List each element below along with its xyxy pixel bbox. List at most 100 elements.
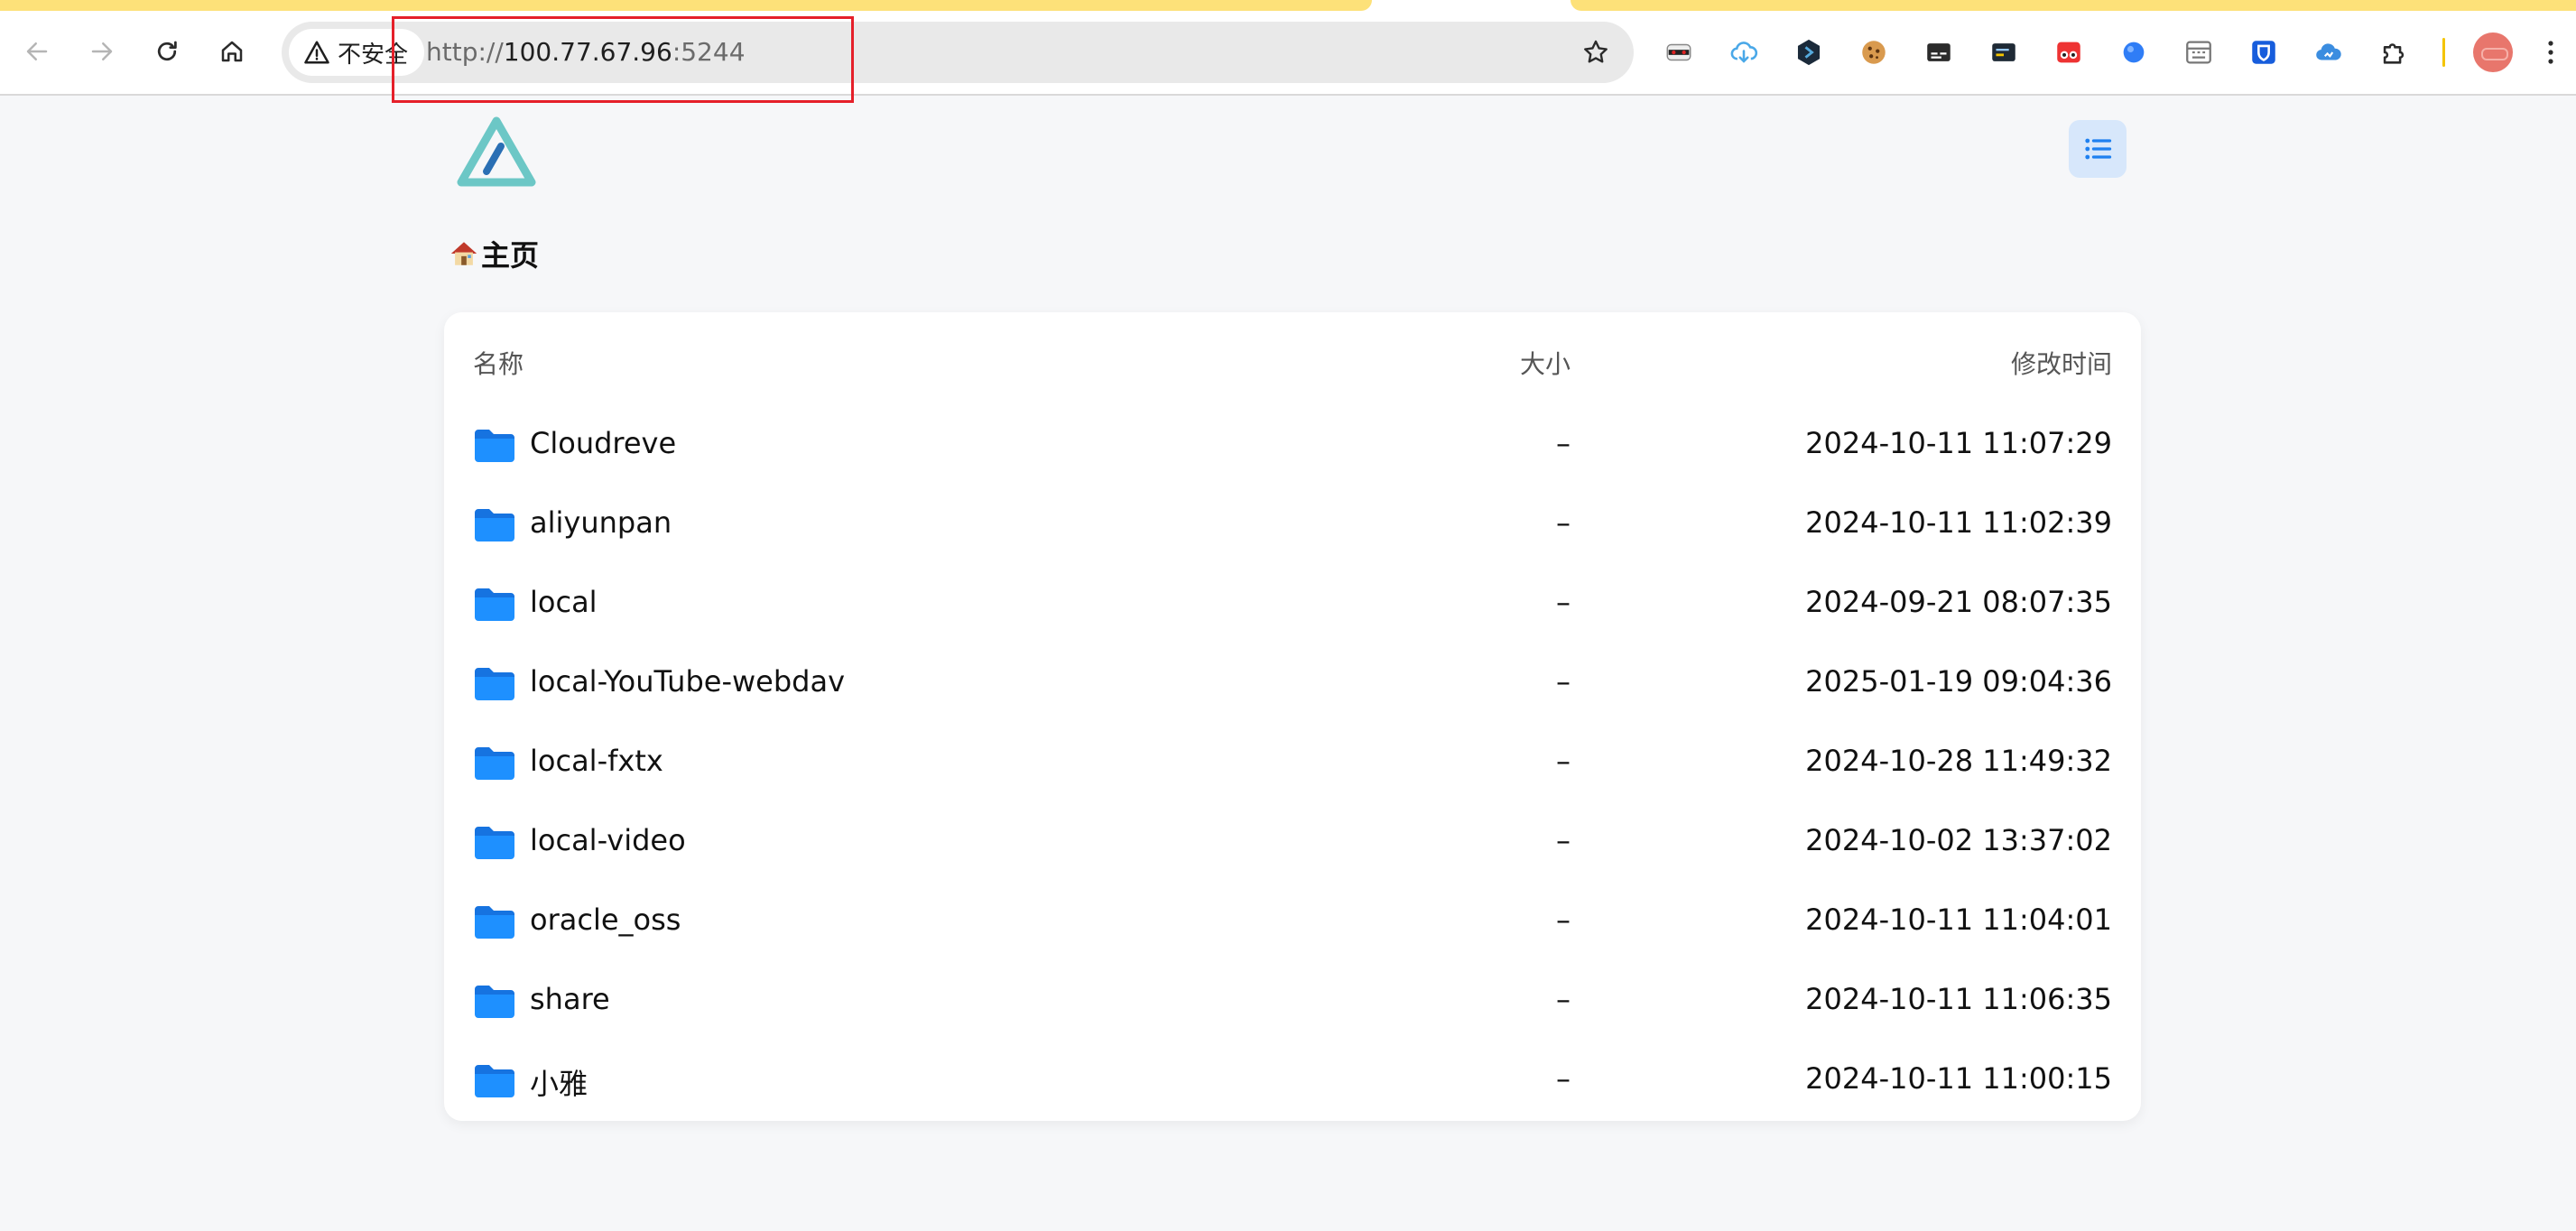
header-size[interactable]: 大小 xyxy=(1520,345,1571,381)
url-text[interactable]: http://100.77.67.96:5244 xyxy=(426,22,746,83)
browser-menu-button[interactable] xyxy=(2540,32,2562,72)
home-button[interactable] xyxy=(211,31,253,72)
url-port: :5244 xyxy=(672,37,746,67)
cloud-sync-icon xyxy=(2316,43,2341,60)
table-row[interactable]: local-YouTube-webdav – 2025-01-19 09:04:… xyxy=(444,644,2141,724)
star-icon xyxy=(1584,40,1608,63)
table-row[interactable]: local – 2024-09-21 08:07:35 xyxy=(444,565,2141,644)
folder-icon xyxy=(475,986,514,1018)
breadcrumb[interactable]: 主页 xyxy=(449,233,539,274)
profile-avatar[interactable] xyxy=(2473,32,2513,72)
header-name[interactable]: 名称 xyxy=(473,345,524,381)
folder-icon xyxy=(475,509,514,541)
cookie-icon xyxy=(1862,41,1886,64)
table-row[interactable]: share – 2024-10-11 11:06:35 xyxy=(444,962,2141,1041)
file-modified: 2024-10-28 11:49:32 xyxy=(1805,744,2112,778)
arrow-left-icon xyxy=(26,42,48,60)
header-modified[interactable]: 修改时间 xyxy=(2011,345,2112,381)
reload-button[interactable] xyxy=(146,31,188,72)
alist-logo-icon xyxy=(457,116,536,187)
table-row[interactable]: aliyunpan – 2024-10-11 11:02:39 xyxy=(444,486,2141,565)
file-modified: 2024-10-11 11:07:29 xyxy=(1805,426,2112,460)
incognito-mask-icon xyxy=(1666,43,1691,61)
ext-bitwarden[interactable] xyxy=(2244,32,2284,72)
breadcrumb-home-label[interactable]: 主页 xyxy=(481,233,539,274)
file-name: oracle_oss xyxy=(530,902,681,937)
folder-icon xyxy=(475,430,514,462)
security-chip[interactable]: 不安全 xyxy=(289,29,425,76)
reload-icon xyxy=(157,41,177,61)
file-modified: 2024-10-11 11:06:35 xyxy=(1805,982,2112,1016)
toolbar-divider xyxy=(2442,38,2445,67)
ext-puzzle[interactable] xyxy=(2374,32,2414,72)
table-row[interactable]: 小雅 – 2024-10-11 11:00:15 xyxy=(444,1041,2141,1121)
url-scheme: http:// xyxy=(426,37,504,67)
file-modified: 2024-09-21 08:07:35 xyxy=(1805,585,2112,619)
cloud-download-icon xyxy=(1730,42,1758,63)
ext-terminal[interactable] xyxy=(1984,32,2024,72)
grid-keyboard-icon xyxy=(2186,41,2211,64)
folder-icon xyxy=(475,588,514,621)
table-row[interactable]: local-fxtx – 2024-10-28 11:49:32 xyxy=(444,724,2141,803)
file-size: – xyxy=(1556,585,1571,619)
table-header: 名称 大小 修改时间 xyxy=(444,312,2141,406)
back-button[interactable] xyxy=(16,31,58,72)
file-size: – xyxy=(1556,744,1571,778)
file-name: local-fxtx xyxy=(530,744,663,778)
folder-icon xyxy=(475,668,514,700)
ext-cloud-download[interactable] xyxy=(1724,32,1764,72)
file-size: – xyxy=(1556,823,1571,857)
bookmark-button[interactable] xyxy=(1576,32,1616,72)
house-icon xyxy=(450,242,477,265)
file-list-card: 名称 大小 修改时间 Cloudreve – 2024-10-11 11:07:… xyxy=(444,312,2141,1121)
terminal-card-icon xyxy=(1992,43,2015,61)
list-icon xyxy=(2085,138,2112,160)
ext-incognito[interactable] xyxy=(1659,32,1699,72)
address-bar[interactable]: 不安全 http://100.77.67.96:5244 xyxy=(282,22,1634,83)
file-name: local-YouTube-webdav xyxy=(530,664,846,699)
file-rows: Cloudreve – 2024-10-11 11:07:29 aliyunpa… xyxy=(444,406,2141,1121)
hexagon-extension-icon xyxy=(1797,39,1821,66)
blue-dot-icon xyxy=(2123,42,2145,63)
subtitles-icon xyxy=(1927,43,1951,61)
security-label: 不安全 xyxy=(338,41,409,69)
ext-hexagon[interactable] xyxy=(1789,32,1829,72)
ext-cookie[interactable] xyxy=(1854,32,1894,72)
file-name: local xyxy=(530,585,598,619)
folder-icon xyxy=(475,1065,514,1097)
ext-grid-keyboard[interactable] xyxy=(2179,32,2219,72)
red-eyes-extension-icon xyxy=(2057,42,2080,63)
menu-toggle-button[interactable] xyxy=(2069,120,2127,178)
file-size: – xyxy=(1556,1061,1571,1096)
file-size: – xyxy=(1556,664,1571,699)
file-name: local-video xyxy=(530,823,686,857)
file-size: – xyxy=(1556,505,1571,540)
ext-subtitles[interactable] xyxy=(1919,32,1959,72)
ext-red-eyes[interactable] xyxy=(2049,32,2089,72)
url-host: 100.77.67.96 xyxy=(503,37,672,67)
bitwarden-shield-icon xyxy=(2252,41,2275,64)
file-size: – xyxy=(1556,982,1571,1016)
tab-strip-left xyxy=(0,0,1372,11)
ext-cloud-sync[interactable] xyxy=(2309,32,2349,72)
file-name: share xyxy=(530,982,610,1016)
kebab-menu-icon xyxy=(2548,41,2553,64)
warning-triangle-icon xyxy=(304,41,329,64)
file-modified: 2025-01-19 09:04:36 xyxy=(1805,664,2112,699)
file-size: – xyxy=(1556,902,1571,937)
table-row[interactable]: oracle_oss – 2024-10-11 11:04:01 xyxy=(444,883,2141,962)
arrow-right-icon xyxy=(91,42,113,60)
tab-strip xyxy=(0,0,2576,11)
file-modified: 2024-10-11 11:02:39 xyxy=(1805,505,2112,540)
forward-button[interactable] xyxy=(81,31,123,72)
home-icon xyxy=(221,41,243,62)
puzzle-piece-icon xyxy=(2383,43,2405,64)
browser-toolbar: 不安全 http://100.77.67.96:5244 xyxy=(0,11,2576,96)
folder-icon xyxy=(475,827,514,859)
file-modified: 2024-10-11 11:00:15 xyxy=(1805,1061,2112,1096)
table-row[interactable]: local-video – 2024-10-02 13:37:02 xyxy=(444,803,2141,883)
folder-icon xyxy=(475,747,514,780)
ext-blue-dot[interactable] xyxy=(2114,32,2154,72)
tab-strip-right xyxy=(1571,0,2576,11)
table-row[interactable]: Cloudreve – 2024-10-11 11:07:29 xyxy=(444,406,2141,486)
